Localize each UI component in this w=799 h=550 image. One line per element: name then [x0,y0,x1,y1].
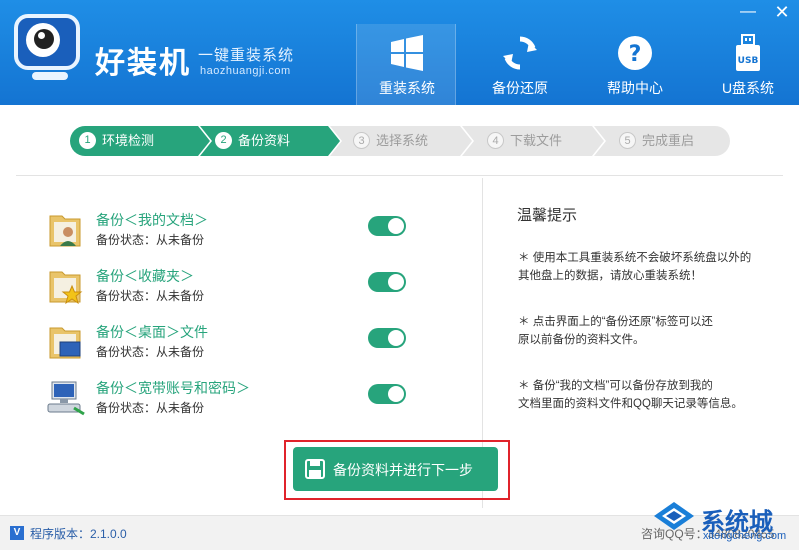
tab-reinstall-system[interactable]: 重装系统 [356,24,456,105]
backup-item-favorites: 备份＜收藏夹＞ 备份状态：从未备份 [46,266,426,316]
backup-item-title: 备份＜宽带账号和密码＞ [96,380,250,396]
watermark-logo [654,502,694,530]
version-text: 程序版本：2.1.0.0 [30,527,127,541]
tab-usb-system[interactable]: USB U盘系统 [698,24,798,105]
step-env-check: 1 环境检测 [70,126,154,156]
backup-item-desktop: 备份＜桌面＞文件 备份状态：从未备份 [46,322,426,372]
watermark-domain: xitongcheng.com [703,530,787,542]
step-select-system: 3 选择系统 [344,126,428,156]
app-tagline: 一键重装系统 [198,47,295,64]
backup-and-next-button[interactable]: 备份资料并进行下一步 [293,447,498,491]
step-restart: 5 完成重启 [610,126,694,156]
backup-item-broadband: 备份＜宽带账号和密码＞ 备份状态：从未备份 [46,378,426,428]
refresh-icon [503,36,537,70]
tab-label: 重装系统 [379,80,435,96]
tab-help-center[interactable]: ? 帮助中心 [585,24,685,105]
minimize-icon[interactable]: — [736,2,760,22]
backup-item-title: 备份＜桌面＞文件 [96,324,208,340]
progress-steps: 1 环境检测 2 备份资料 3 选择系统 4 下载文件 5 完成重启 [70,126,730,156]
app-header: 好装机 一键重装系统 haozhuangji.com — ✕ 重装系统 备份还原… [0,0,799,105]
windows-icon [391,35,423,71]
tab-label: U盘系统 [721,80,775,96]
version-badge: V [10,526,24,540]
svg-text:?: ? [629,42,642,67]
backup-item-status: 备份状态：从未备份 [96,401,205,415]
tab-backup-restore[interactable]: 备份还原 [470,24,570,105]
desktop-folder-icon [49,327,81,359]
tab-label: 帮助中心 [607,80,663,96]
network-icon [47,381,85,416]
usb-icon: USB [736,34,760,71]
backup-toggle[interactable] [368,216,406,236]
help-icon: ? [618,36,652,70]
app-domain: haozhuangji.com [200,65,291,77]
user-folder-icon [49,215,81,247]
app-logo [14,14,86,86]
floppy-disk-icon [305,459,325,479]
backup-item-documents: 备份＜我的文档＞ 备份状态：从未备份 [46,210,426,260]
backup-toggle[interactable] [368,328,406,348]
step-download-files: 4 下载文件 [478,126,562,156]
backup-item-title: 备份＜收藏夹＞ [96,268,194,284]
tip-item: ＊ 备份“我的文档”可以备份存放到我的 文档里面的资料文件和QQ聊天记录等信息。 [518,380,743,410]
svg-text:USB: USB [738,56,759,66]
button-label: 备份资料并进行下一步 [333,462,473,478]
backup-item-status: 备份状态：从未备份 [96,233,205,247]
divider [16,175,783,176]
tab-label: 备份还原 [492,80,548,96]
backup-toggle[interactable] [368,272,406,292]
backup-toggle[interactable] [368,384,406,404]
backup-item-status: 备份状态：从未备份 [96,345,205,359]
step-backup-data: 2 备份资料 [206,126,290,156]
close-icon[interactable]: ✕ [770,2,794,22]
backup-item-title: 备份＜我的文档＞ [96,212,208,228]
favorites-folder-icon [49,271,83,305]
app-name: 好装机 [95,47,191,80]
tip-item: ＊ 使用本工具重装系统不会破坏系统盘以外的 其他盘上的数据，请放心重装系统！ [518,252,752,282]
tips-title: 温馨提示 [517,207,578,224]
backup-item-status: 备份状态：从未备份 [96,289,205,303]
tip-item: ＊ 点击界面上的“备份还原”标签可以还 原以前备份的资料文件。 [518,316,713,346]
